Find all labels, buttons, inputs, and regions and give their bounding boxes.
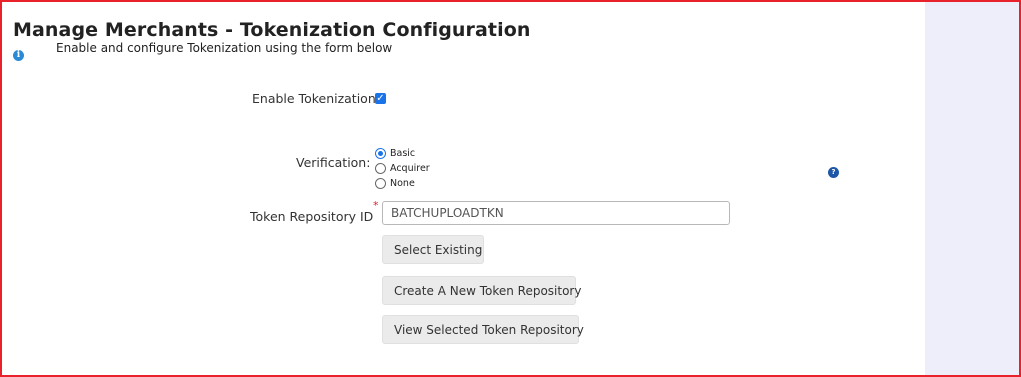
radio-label: Basic [390, 147, 416, 159]
enable-tokenization-checkbox[interactable]: ✓ [375, 93, 386, 104]
info-icon: i [13, 50, 24, 61]
verification-option-acquirer[interactable]: Acquirer [375, 162, 430, 174]
verification-option-basic[interactable]: Basic [375, 147, 415, 159]
right-side-panel [925, 2, 1019, 375]
page-title: Manage Merchants - Tokenization Configur… [13, 19, 531, 41]
radio-button[interactable] [375, 147, 386, 159]
create-token-repository-button[interactable]: Create A New Token Repository [382, 276, 581, 305]
enable-tokenization-label: Enable Tokenization [252, 91, 376, 106]
token-repository-input[interactable] [382, 201, 730, 225]
select-existing-button[interactable]: Select Existing [382, 235, 484, 264]
token-repository-label: Token Repository ID [250, 209, 374, 224]
radio-button[interactable] [375, 177, 386, 189]
view-token-repository-button[interactable]: View Selected Token Repository [382, 315, 584, 344]
page-subtitle: Enable and configure Tokenization using … [56, 41, 393, 55]
radio-button[interactable] [375, 162, 386, 174]
help-icon[interactable]: ? [828, 167, 839, 178]
verification-option-none[interactable]: None [375, 177, 415, 189]
radio-label: None [390, 177, 415, 189]
required-marker: * [373, 199, 379, 212]
verification-label: Verification: [296, 155, 371, 170]
radio-label: Acquirer [390, 162, 430, 174]
